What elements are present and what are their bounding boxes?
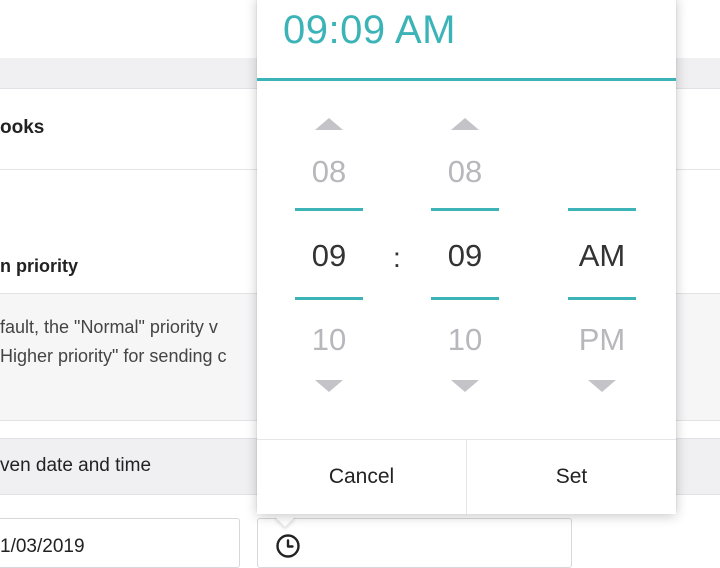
time-picker-footer: Cancel Set <box>257 439 676 514</box>
datetime-label: ven date and time <box>0 455 152 476</box>
minute-column: 08 09 10 <box>431 78 499 438</box>
hour-next[interactable]: 10 <box>295 322 363 358</box>
hour-up-arrow-icon[interactable] <box>315 118 343 130</box>
hour-rule-bottom <box>295 297 363 300</box>
hour-down-arrow-icon[interactable] <box>315 380 343 392</box>
minute-rule-top <box>431 208 499 211</box>
period-down-arrow-icon[interactable] <box>588 380 616 392</box>
period-next[interactable]: PM <box>568 322 636 358</box>
minute-current[interactable]: 09 <box>431 238 499 274</box>
priority-description-line: Higher priority" for sending c <box>0 346 227 366</box>
priority-description-line: fault, the "Normal" priority v <box>0 317 218 337</box>
set-button[interactable]: Set <box>467 440 676 514</box>
date-input-value: 1/03/2019 <box>0 536 85 557</box>
minute-prev[interactable]: 08 <box>431 154 499 190</box>
period-rule-bottom <box>568 297 636 300</box>
selected-time-display: 09:09 AM <box>283 8 457 52</box>
section-title: ooks <box>0 117 45 138</box>
cancel-button[interactable]: Cancel <box>257 440 467 514</box>
minute-rule-bottom <box>431 297 499 300</box>
priority-title: n priority <box>0 256 79 276</box>
period-rule-top <box>568 208 636 211</box>
hour-prev[interactable]: 08 <box>295 154 363 190</box>
minute-up-arrow-icon[interactable] <box>451 118 479 130</box>
hour-rule-top <box>295 208 363 211</box>
time-input[interactable] <box>257 518 572 568</box>
hour-column: 08 09 10 <box>295 78 363 438</box>
time-picker-popup: 09:09 AM 08 09 10 : 08 09 10 AM PM Cance… <box>257 0 676 514</box>
hour-current[interactable]: 09 <box>295 238 363 274</box>
minute-down-arrow-icon[interactable] <box>451 380 479 392</box>
minute-next[interactable]: 10 <box>431 322 499 358</box>
period-column: AM PM <box>568 78 636 438</box>
clock-icon[interactable] <box>275 533 301 559</box>
period-current[interactable]: AM <box>568 238 636 274</box>
time-picker-header: 09:09 AM <box>257 0 676 81</box>
time-separator: : <box>393 242 401 273</box>
